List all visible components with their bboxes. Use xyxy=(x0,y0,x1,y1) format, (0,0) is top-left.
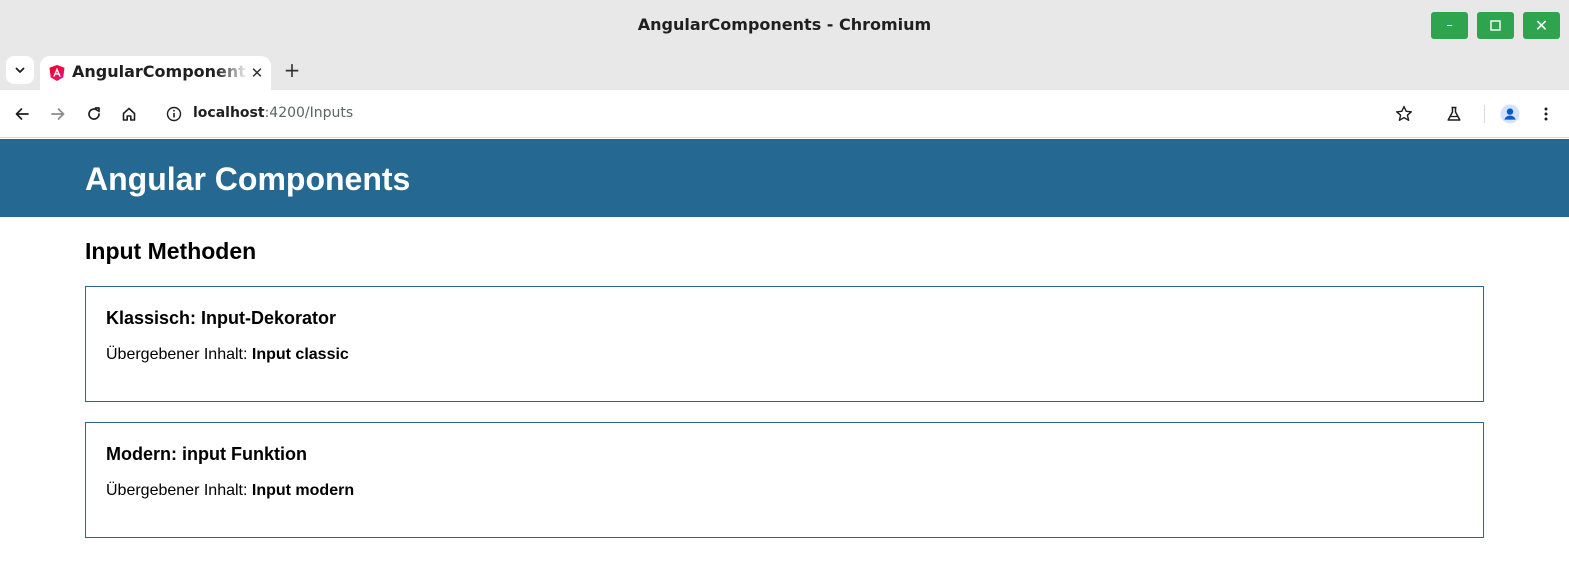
back-button[interactable] xyxy=(10,102,34,126)
maximize-button[interactable] xyxy=(1477,12,1514,39)
star-icon[interactable] xyxy=(1394,104,1414,124)
maximize-icon xyxy=(1490,20,1501,31)
close-window-button[interactable]: ✕ xyxy=(1523,12,1560,39)
back-arrow-icon xyxy=(15,108,29,120)
kebab-menu-icon xyxy=(1544,107,1548,121)
card-content-line: Übergebener Inhalt: Input modern xyxy=(106,482,354,500)
window-title: AngularComponents - Chromium xyxy=(637,15,932,34)
toolbar-divider xyxy=(1484,105,1485,123)
card-content-line: Übergebener Inhalt: Input classic xyxy=(106,346,349,364)
app-header: Angular Components xyxy=(0,139,1569,217)
forward-arrow-icon xyxy=(51,108,65,120)
chevron-down-icon xyxy=(15,67,25,73)
browser-menu-button[interactable] xyxy=(1534,102,1558,126)
home-icon xyxy=(122,107,136,121)
labs-button[interactable] xyxy=(1442,102,1466,126)
home-button[interactable] xyxy=(117,102,141,126)
url-text[interactable]: localhost:4200/Inputs xyxy=(193,105,353,121)
flask-icon xyxy=(1447,106,1461,121)
app-title: Angular Components xyxy=(85,161,411,197)
tab-strip: AngularComponents ✕ + xyxy=(0,50,1569,90)
info-icon[interactable] xyxy=(165,105,183,123)
tab-search-button[interactable] xyxy=(6,56,34,84)
input-card-modern: Modern: input Funktion Übergebener Inhal… xyxy=(85,422,1484,538)
page-heading: Input Methoden xyxy=(85,238,257,264)
card-title: Klassisch: Input-Dekorator xyxy=(106,308,337,328)
profile-button[interactable] xyxy=(1498,102,1522,126)
tab-angular-components[interactable]: AngularComponents ✕ xyxy=(40,56,271,90)
input-card-classic: Klassisch: Input-Dekorator Übergebener I… xyxy=(85,286,1484,402)
url-path: :4200/Inputs xyxy=(264,105,354,121)
angular-icon xyxy=(49,65,65,81)
url-host: localhost xyxy=(193,105,265,121)
forward-button[interactable] xyxy=(46,102,70,126)
card-value: Input modern xyxy=(251,482,355,499)
card-label: Übergebener Inhalt: xyxy=(106,346,248,363)
card-title: Modern: input Funktion xyxy=(106,444,307,464)
address-bar[interactable]: localhost:4200/Inputs xyxy=(157,96,1427,132)
reload-icon xyxy=(88,107,100,120)
reload-button[interactable] xyxy=(82,102,106,126)
tab-close-button[interactable]: ✕ xyxy=(248,64,266,82)
card-label: Übergebener Inhalt: xyxy=(106,482,248,499)
profile-avatar-icon xyxy=(1500,104,1520,124)
tab-title: AngularComponents xyxy=(72,62,248,81)
new-tab-button[interactable]: + xyxy=(280,58,304,82)
minimize-button[interactable]: – xyxy=(1431,12,1468,39)
card-value: Input classic xyxy=(251,346,349,363)
browser-toolbar: localhost:4200/Inputs xyxy=(0,90,1569,138)
window-titlebar: AngularComponents - Chromium – ✕ xyxy=(0,0,1569,50)
